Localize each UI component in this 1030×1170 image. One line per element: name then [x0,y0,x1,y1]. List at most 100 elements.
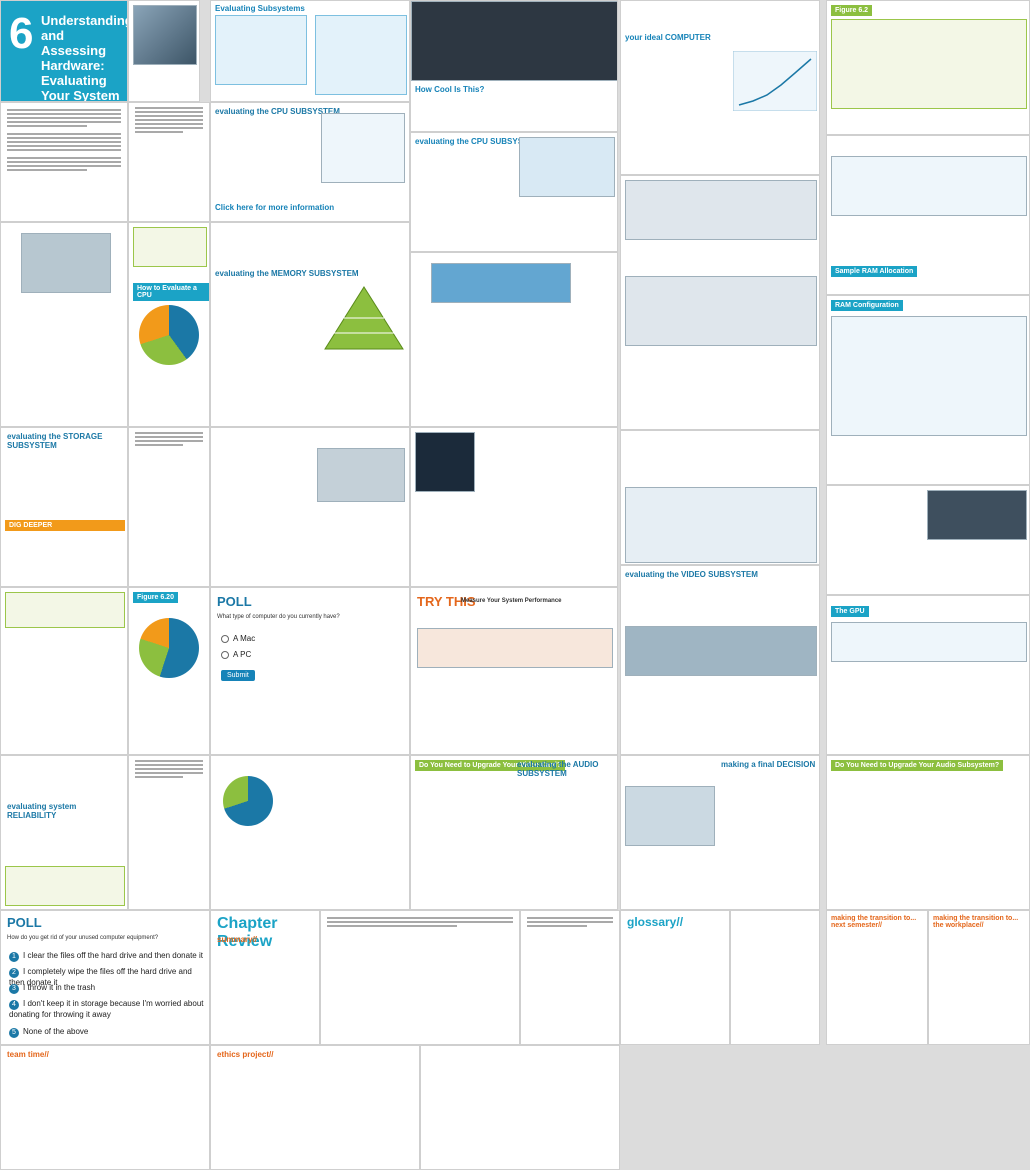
video-subsystem-page: evaluating the VIDEO SUBSYSTEM [620,565,820,755]
cpu-text-page [128,102,210,222]
video-usage-pie [223,776,273,826]
chapter-review-title: Chapter Review [217,915,278,950]
poll-option-pc[interactable]: A PC [221,650,251,659]
your-ideal-heading: your ideal COMPUTER [625,33,711,42]
storage-capacity-page: Figure 6.20 [128,587,210,755]
transition-school-page: making the transition to... next semeste… [826,910,928,1045]
body-text [7,109,121,173]
review-page-2 [320,910,520,1045]
ssd-photo [415,432,475,492]
figure-62-box [831,19,1027,109]
transition-work-title: making the transition to... the workplac… [933,915,1019,929]
chapter-cover: 6 Understanding and Assessing Hardware: … [0,0,128,102]
intro-photo [128,0,200,102]
poll-question: What type of computer do you currently h… [217,614,340,620]
video-card-photo [625,626,817,676]
radio-mac[interactable] [221,634,229,643]
ethics-page: ethics project// [210,1045,420,1170]
poll-page: POLL What type of computer do you curren… [210,587,410,755]
how-cool-page: How Cool Is This? [410,0,618,132]
evaluating-subsystems-page: Evaluating Subsystems [210,0,410,102]
team-time-title: team time// [7,1050,49,1059]
upgrade-ram-page [620,430,820,565]
audio-heading: evaluating the AUDIO SUBSYSTEM [517,760,599,778]
cpu-click-here[interactable]: Click here for more information [215,203,334,212]
memory-pyramid [324,286,404,350]
subsystem-checklist-box [215,15,307,85]
video-still [411,1,617,81]
ethics-title: ethics project// [217,1050,274,1059]
decision-page: making a final DECISION [620,755,820,910]
ram-photo [431,263,571,303]
task-manager-page [620,175,820,430]
memory-heading: evaluating the MEMORY SUBSYSTEM [215,269,359,278]
speakers-photo [625,786,715,846]
storage-subsystem-page: evaluating the STORAGE SUBSYSTEM DIG DEE… [0,427,128,587]
ram-page [410,252,618,427]
try-this-page: TRY THIS Measure Your System Performance [410,587,618,755]
ram-config-page: RAM Configuration [826,295,1030,485]
your-ideal-computer-page: your ideal COMPUTER [620,0,820,175]
ethics-page-2 [420,1045,620,1170]
audio-upgrade-page: Do You Need to Upgrade Your Audio Subsys… [826,755,1030,910]
spread-sheet: 6 Understanding and Assessing Hardware: … [0,0,1030,1170]
intel-chip-photo [21,233,111,293]
chapter-title: Understanding and Assessing Hardware: Ev… [41,13,128,102]
cpu-usage-pie [139,305,199,365]
team-time-page: team time// [0,1045,210,1170]
sample-ram-page: Sample RAM Allocation [826,135,1030,295]
intro-text-page [0,102,128,222]
cpu-diagram [321,113,405,183]
how-to-evaluate-cpu: How to Evaluate a CPU [133,283,209,301]
cpu-works-page: evaluating the CPU SUBSYSTEM [410,132,618,252]
decision-heading: making a final DECISION [721,760,816,769]
subsystem-heading: Evaluating Subsystems [215,4,305,13]
try-this-subtitle: Measure Your System Performance [461,598,562,604]
cpu-subsystem-page: evaluating the CPU SUBSYSTEM Click here … [210,102,410,222]
poll-submit-button[interactable]: Submit [221,670,255,681]
figure-620-title: Figure 6.20 [133,592,178,603]
cpu-evaluate-page [0,222,128,427]
review-page-3 [520,910,620,1045]
poll2-option-4[interactable]: 4I don't keep it in storage because I'm … [9,999,204,1019]
audio-subsystem-page: Do You Need to Upgrade Your Video Card? … [410,755,618,910]
video-cards-page [826,485,1030,595]
video-heading: evaluating the VIDEO SUBSYSTEM [625,570,758,579]
moores-law-chart [733,51,817,111]
summary-title: summary// [217,935,258,944]
memory-subsystem-page: evaluating the MEMORY SUBSYSTEM [210,222,410,427]
poll2-question: How do you get rid of your unused comput… [7,935,159,941]
try-this-graphic [417,628,613,668]
storage-text-page [128,427,210,587]
poll-option-mac[interactable]: A Mac [221,634,255,643]
windows-ram-screen [625,487,817,563]
reliability-box [5,866,125,906]
poll2-option-3[interactable]: 3I throw it in the trash [9,983,95,994]
poll2-option-5[interactable]: 5 None of the above [9,1027,88,1038]
chapter-review-page: Chapter Review summary// [210,910,320,1045]
transition-work-page: making the transition to... the workplac… [928,910,1030,1045]
poll2-option-1[interactable]: 1I clear the files off the hard drive an… [9,951,203,962]
gpu-figure [831,622,1027,662]
cpu-eval-side: How to Evaluate a CPU [128,222,210,427]
hdd-box [5,592,125,628]
glossary-title: glossary// [627,915,684,929]
storage-heading: evaluating the STORAGE SUBSYSTEM [7,432,103,450]
sample-ram-title: Sample RAM Allocation [831,266,918,277]
poll2-page: POLL How do you get rid of your unused c… [0,910,210,1045]
transition-school-title: making the transition to... next semeste… [831,915,917,929]
sample-ram-table [831,156,1027,216]
gpu-page: The GPU [826,595,1030,755]
ram-config-title: RAM Configuration [831,300,903,311]
upgrade-video-page [210,755,410,910]
ssd-page [410,427,618,587]
drive-photo [317,448,405,502]
how-cool-heading: How Cool Is This? [415,85,485,94]
computer-photo [133,5,197,65]
need-audio-upgrade-title: Do You Need to Upgrade Your Audio Subsys… [831,760,1004,771]
radio-pc[interactable] [221,650,229,659]
ram-config-figure [831,316,1027,436]
poll2-title: POLL [7,915,42,930]
glossary-page: glossary// [620,910,730,1045]
poll-title: POLL [217,594,252,609]
